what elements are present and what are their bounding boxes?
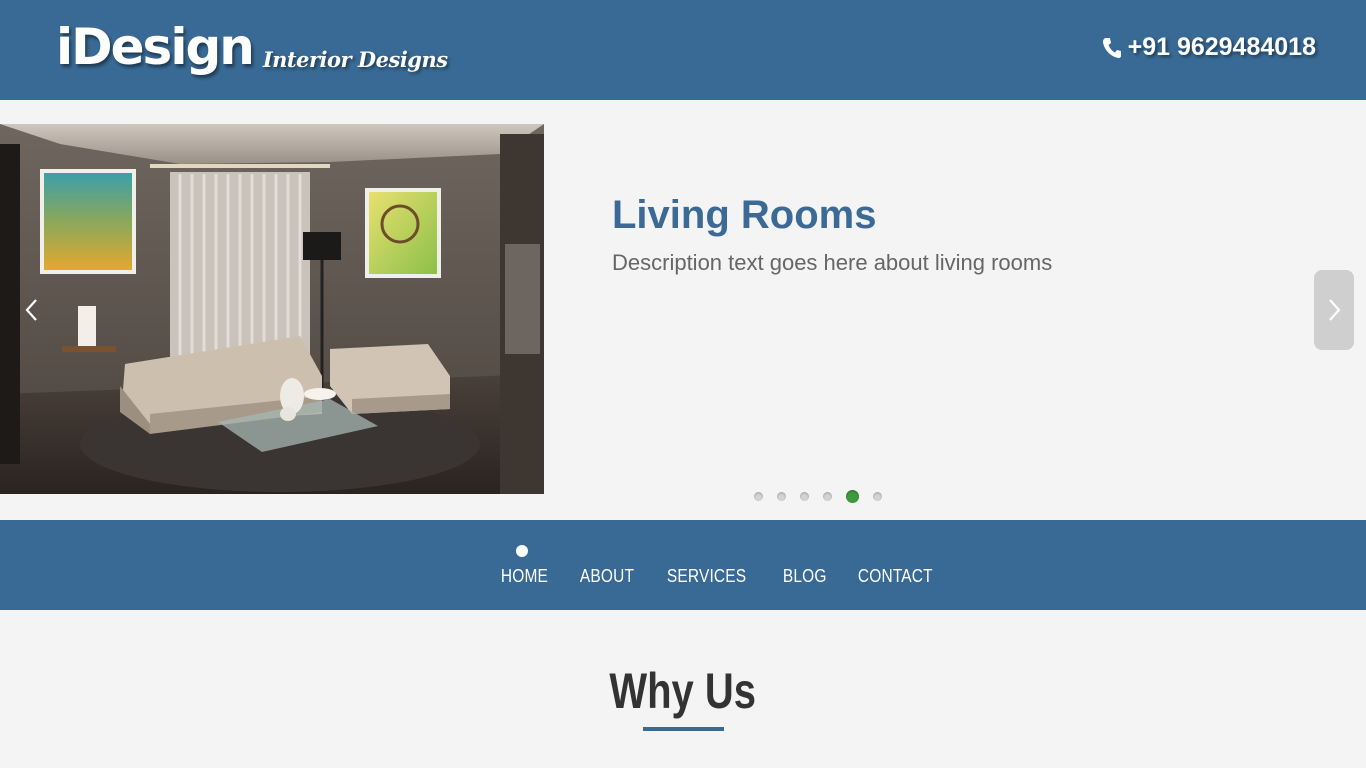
slider-dot-1[interactable] xyxy=(754,492,763,501)
nav-menu: HOME ABOUT SERVICES BLOG CONTACT xyxy=(488,566,956,587)
chevron-right-icon xyxy=(1329,299,1341,321)
logo[interactable]: iDesign Interior Designs xyxy=(56,18,448,76)
section-title-text: Why Us xyxy=(609,663,757,719)
slider-next-button[interactable] xyxy=(1314,270,1354,350)
logo-main-text: iDesign xyxy=(56,18,255,76)
logo-tagline: Interior Designs xyxy=(262,47,448,72)
section-title: Why Us xyxy=(0,662,1366,720)
chevron-left-icon xyxy=(25,299,37,321)
slide-image-living-room xyxy=(0,124,544,494)
nav-item-about[interactable]: ABOUT xyxy=(567,566,647,587)
active-nav-indicator xyxy=(516,545,528,557)
section-title-underline xyxy=(643,727,724,731)
nav-item-home[interactable]: HOME xyxy=(488,566,561,587)
nav-item-services[interactable]: SERVICES xyxy=(654,566,759,587)
slider-dot-3[interactable] xyxy=(800,492,809,501)
phone-number: +91 9629484018 xyxy=(1127,33,1316,61)
site-header: iDesign Interior Designs +91 9629484018 xyxy=(0,0,1366,100)
main-navigation xyxy=(0,520,1366,610)
slider-dot-2[interactable] xyxy=(777,492,786,501)
phone-contact[interactable]: +91 9629484018 xyxy=(1102,33,1316,62)
slider-dot-5-active[interactable] xyxy=(846,490,859,503)
slide-title: Living Rooms xyxy=(612,193,877,237)
slider-prev-button[interactable] xyxy=(12,270,52,350)
phone-icon xyxy=(1102,37,1122,59)
slide-description: Description text goes here about living … xyxy=(612,250,1053,275)
slider-pagination xyxy=(754,490,896,503)
slider-dot-6[interactable] xyxy=(873,492,882,501)
nav-item-blog[interactable]: BLOG xyxy=(770,566,840,587)
slider-dot-4[interactable] xyxy=(823,492,832,501)
nav-item-contact[interactable]: CONTACT xyxy=(845,566,946,587)
